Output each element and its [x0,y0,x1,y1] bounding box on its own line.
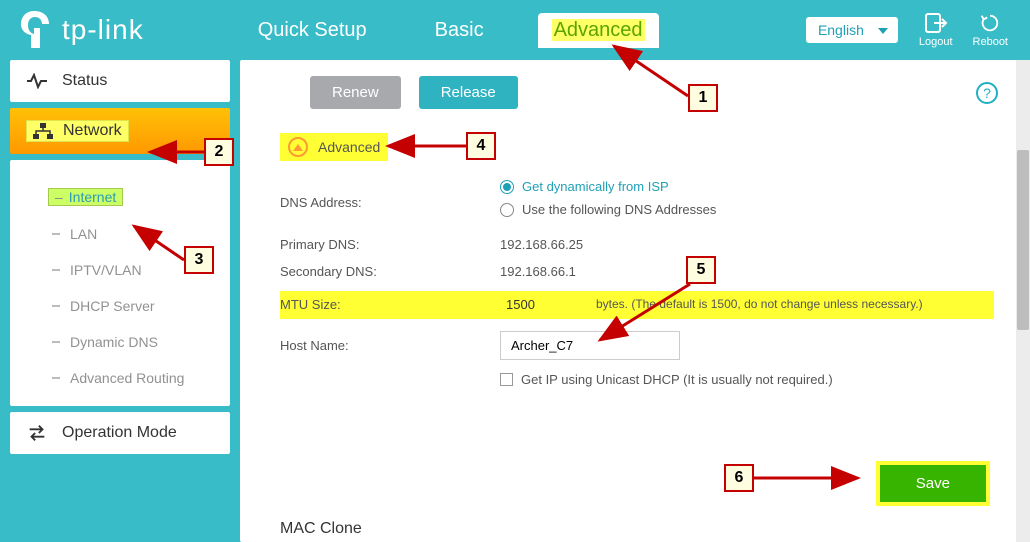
callout-6: 6 [724,464,754,492]
primary-dns-value: 192.168.66.25 [500,237,730,252]
language-select[interactable]: English [805,16,899,44]
mtu-hint: bytes. (The default is 1500, do not chan… [596,297,994,313]
primary-dns-row: Primary DNS: 192.168.66.25 [280,237,994,252]
mac-clone-heading: MAC Clone [280,520,362,538]
scroll-thumb[interactable] [1017,150,1029,330]
sidebar-status[interactable]: Status [10,60,230,102]
callout-4: 4 [466,132,496,160]
sidebar: Status Network –Internet LAN IPTV/VLAN D… [10,60,230,542]
main-tabs: Quick Setup Basic Advanced [244,13,659,48]
logout-button[interactable]: Logout [919,12,953,48]
status-icon [26,73,48,89]
hostname-row: Host Name: [280,331,994,360]
network-icon [33,123,53,139]
hostname-input[interactable] [500,331,680,360]
dns-option-manual[interactable]: Use the following DNS Addresses [500,202,716,217]
sidebar-item-advrouting[interactable]: Advanced Routing [52,360,230,396]
tplink-logo-icon [20,10,54,50]
help-button[interactable]: ? [976,82,998,104]
release-button[interactable]: Release [419,76,518,109]
sidebar-item-dhcp[interactable]: DHCP Server [52,288,230,324]
save-button[interactable]: Save [880,465,986,502]
tab-quick-setup[interactable]: Quick Setup [244,13,381,48]
unicast-row[interactable]: Get IP using Unicast DHCP (It is usually… [500,372,994,387]
secondary-dns-row: Secondary DNS: 192.168.66.1 [280,264,994,279]
main-panel: Renew Release ? Advanced DNS Address: Ge… [240,60,1020,542]
topbar: tp-link Quick Setup Basic Advanced Engli… [0,0,1030,60]
sidebar-item-internet[interactable]: –Internet [52,178,230,216]
callout-3: 3 [184,246,214,274]
save-wrap: Save [876,461,990,506]
callout-2: 2 [204,138,234,166]
top-right-tools: English Logout Reboot [805,12,1008,48]
mtu-input[interactable] [500,297,590,312]
callout-5: 5 [686,256,716,284]
logout-icon [924,12,948,34]
chevron-up-icon [288,137,308,157]
action-buttons: Renew Release [310,76,994,109]
sidebar-item-ddns[interactable]: Dynamic DNS [52,324,230,360]
advanced-toggle[interactable]: Advanced [280,133,388,161]
tab-basic[interactable]: Basic [421,13,498,48]
mtu-row: MTU Size: bytes. (The default is 1500, d… [280,291,994,319]
brand-text: tp-link [62,14,144,46]
sidebar-network[interactable]: Network [10,108,230,154]
scrollbar[interactable] [1016,60,1030,542]
tab-advanced[interactable]: Advanced [538,13,659,48]
callout-1: 1 [688,84,718,112]
dns-label: DNS Address: [280,195,500,210]
brand-logo: tp-link [20,10,144,50]
sidebar-operation-mode[interactable]: Operation Mode [10,412,230,454]
dns-option-isp[interactable]: Get dynamically from ISP [500,179,716,194]
operation-mode-icon [26,424,48,442]
renew-button[interactable]: Renew [310,76,401,109]
reboot-button[interactable]: Reboot [973,12,1008,48]
reboot-icon [978,12,1002,34]
unicast-checkbox[interactable] [500,373,513,386]
dns-row: DNS Address: Get dynamically from ISP Us… [280,179,994,225]
sidebar-network-sub: –Internet LAN IPTV/VLAN DHCP Server Dyna… [10,160,230,406]
